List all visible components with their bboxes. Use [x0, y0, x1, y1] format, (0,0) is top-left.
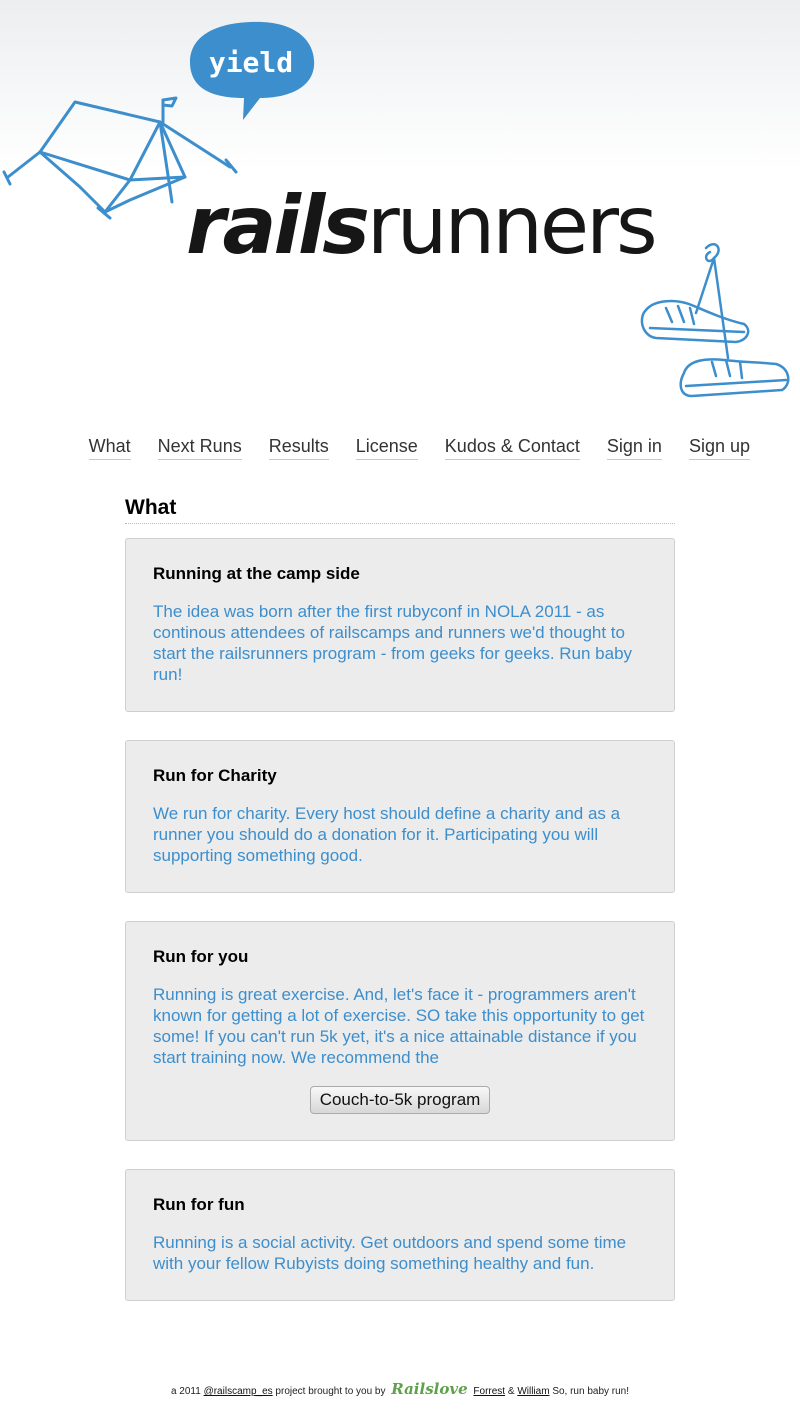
card-body: We run for charity. Every host should de…	[153, 804, 621, 865]
card-charity: Run for Charity We run for charity. Ever…	[125, 740, 675, 893]
footer-william-link[interactable]: William	[517, 1386, 549, 1397]
card-title: Run for Charity	[153, 766, 277, 785]
card-title: Running at the camp side	[153, 564, 360, 583]
card-body: Running is great exercise. And, let's fa…	[153, 985, 645, 1067]
shoes-icon	[640, 242, 790, 398]
section-title: What	[125, 496, 675, 524]
card-body: The idea was born after the first rubyco…	[153, 602, 633, 684]
main-nav: What Next Runs Results License Kudos & C…	[88, 436, 750, 460]
card-spacer	[125, 1141, 675, 1169]
railslove-logo[interactable]: Railslove	[391, 1380, 467, 1398]
nav-license[interactable]: License	[355, 436, 418, 460]
main-content: What Running at the camp side The idea w…	[125, 496, 675, 1301]
site-footer: a 2011 @railscamp_es project brought to …	[0, 1380, 800, 1398]
card-spacer	[125, 712, 675, 740]
couch-to-5k-button[interactable]: Couch-to-5k program	[309, 1086, 491, 1114]
site-header: yield railsrunners	[0, 0, 800, 420]
card-title: Run for fun	[153, 1195, 245, 1214]
nav-kudos-contact[interactable]: Kudos & Contact	[444, 436, 580, 460]
footer-middle: project brought to you by	[275, 1386, 386, 1397]
button-wrapper: Couch-to-5k program	[153, 1086, 647, 1114]
card-body: Running is a social activity. Get outdoo…	[153, 1233, 627, 1273]
footer-amp: &	[507, 1386, 515, 1397]
card-for-fun: Run for fun Running is a social activity…	[125, 1169, 675, 1301]
card-for-you: Run for you Running is great exercise. A…	[125, 921, 675, 1141]
footer-railscamp-link[interactable]: @railscamp_es	[204, 1386, 273, 1397]
bubble-text: yield	[208, 46, 294, 79]
card-spacer	[125, 893, 675, 921]
nav-results[interactable]: Results	[268, 436, 329, 460]
nav-sign-up[interactable]: Sign up	[688, 436, 750, 460]
card-title: Run for you	[153, 947, 249, 966]
speech-bubble: yield	[188, 18, 318, 128]
logo-bold-part: rails	[186, 179, 370, 272]
nav-what[interactable]: What	[88, 436, 131, 460]
site-logo[interactable]: railsrunners	[186, 186, 658, 266]
logo-regular-part: runners	[366, 179, 658, 272]
footer-prefix: a 2011	[170, 1386, 201, 1397]
nav-next-runs[interactable]: Next Runs	[157, 436, 242, 460]
card-camp-side: Running at the camp side The idea was bo…	[125, 538, 675, 712]
footer-forrest-link[interactable]: Forrest	[473, 1386, 505, 1397]
nav-sign-in[interactable]: Sign in	[606, 436, 662, 460]
footer-suffix: So, run baby run!	[552, 1386, 630, 1397]
